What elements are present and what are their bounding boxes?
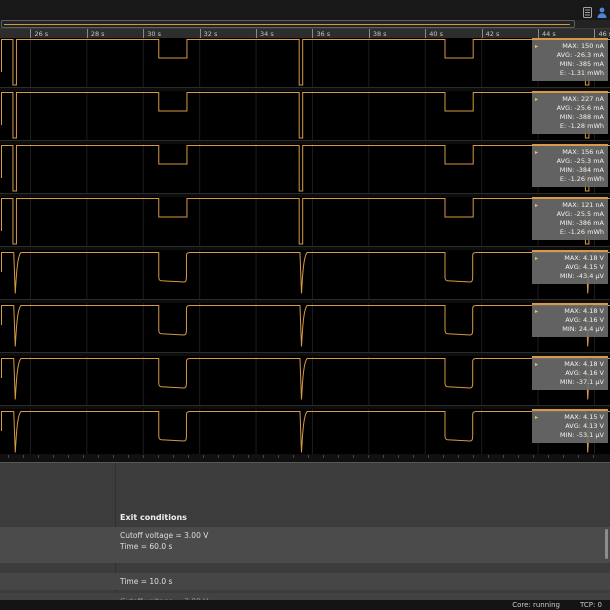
- stat-line: MIN: -385 mA: [559, 60, 604, 68]
- stat-line: E: -1.26 mWh: [559, 175, 604, 183]
- profile-step-row-2[interactable]: Time = 10.0 s: [0, 573, 610, 590]
- waveform-current: [1, 144, 610, 193]
- stat-line: MAX: 156 nA: [562, 148, 604, 156]
- channel-row-4-current[interactable]: ▸ MAX: 121 nA AVG: -25.5 mA MIN: -386 mA E: …: [0, 197, 610, 247]
- stats-box-channel-2: ▸ MAX: 227 nA AVG: -25.6 mA MIN: -388 mA E: …: [532, 91, 608, 134]
- stat-line: AVG: 4.15 V: [565, 263, 604, 271]
- channel-marker-icon: ▸: [535, 308, 539, 315]
- stats-box-channel-3: ▸ MAX: 156 nA AVG: -25.3 mA MIN: -384 mA E: …: [532, 144, 608, 187]
- stat-line: E: -1.31 mWh: [559, 69, 604, 77]
- waveform-voltage: [1, 409, 610, 458]
- stat-line: MAX: 227 nA: [562, 95, 604, 103]
- tcp-status: TCP: 0: [579, 601, 602, 609]
- channel-marker-icon: ▸: [535, 414, 539, 421]
- stat-line: MAX: 4.18 V: [564, 254, 604, 262]
- stat-line: MIN: -53.1 µV: [559, 431, 604, 439]
- waveform-current: [1, 38, 610, 87]
- channel-marker-icon: ▸: [535, 255, 539, 262]
- channel-row-1-current[interactable]: ▸ MAX: 150 nA AVG: -26.3 mA MIN: -385 mA E: …: [0, 38, 610, 88]
- stat-line: MAX: 4.15 V: [564, 413, 604, 421]
- channel-row-3-current[interactable]: ▸ MAX: 156 nA AVG: -25.3 mA MIN: -384 mA E: …: [0, 144, 610, 194]
- stat-line: E: -1.28 mWh: [559, 122, 604, 130]
- stats-box-channel-6: ▸ MAX: 4.18 V AVG: 4.16 V MIN: 24.4 µV: [532, 303, 608, 337]
- channel-row-7-voltage[interactable]: ▸ MAX: 4.18 V AVG: 4.16 V MIN: -37.1 µV: [0, 356, 610, 406]
- stat-line: MIN: -43.4 µV: [559, 272, 604, 280]
- stat-line: MIN: -37.1 µV: [559, 378, 604, 386]
- channel-row-8-voltage[interactable]: ▸ MAX: 4.15 V AVG: 4.13 V MIN: -53.1 µV: [0, 409, 610, 459]
- channel-row-2-current[interactable]: ▸ MAX: 227 nA AVG: -25.6 mA MIN: -388 mA E: …: [0, 91, 610, 141]
- stat-line: AVG: -26.3 mA: [556, 51, 604, 59]
- stat-line: AVG: -25.6 mA: [556, 104, 604, 112]
- stat-line: MIN: -388 mA: [559, 113, 604, 121]
- waveform-voltage: [1, 356, 610, 405]
- top-bar: [0, 0, 610, 20]
- stat-line: MAX: 150 nA: [562, 42, 604, 50]
- time-axis[interactable]: 26 s 28 s 30 s 32 s 34 s 36 s 38 s 40 s 42 s 44 s…: [0, 28, 610, 39]
- channel-row-5-voltage[interactable]: ▸ MAX: 4.18 V AVG: 4.15 V MIN: -43.4 µV: [0, 250, 610, 300]
- stat-line: E: -1.26 mWh: [559, 228, 604, 236]
- stats-box-channel-4: ▸ MAX: 121 nA AVG: -25.5 mA MIN: -386 mA E: …: [532, 197, 608, 240]
- stats-box-channel-5: ▸ MAX: 4.18 V AVG: 4.15 V MIN: -43.4 µV: [532, 250, 608, 284]
- channel-rows: ▸ MAX: 150 nA AVG: -26.3 mA MIN: -385 mA E: …: [0, 38, 610, 459]
- waveform-voltage: [1, 250, 610, 299]
- stats-box-channel-7: ▸ MAX: 4.18 V AVG: 4.16 V MIN: -37.1 µV: [532, 356, 608, 390]
- stat-line: MAX: 4.18 V: [564, 360, 604, 368]
- stat-line: MIN: -384 mA: [559, 166, 604, 174]
- channel-row-6-voltage[interactable]: ▸ MAX: 4.18 V AVG: 4.16 V MIN: 24.4 µV: [0, 303, 610, 353]
- app-window: 26 s 28 s 30 s 32 s 34 s 36 s 38 s 40 s 42 s 44 s…: [0, 0, 610, 610]
- stat-line: AVG: 4.16 V: [565, 316, 604, 324]
- channel-marker-icon: ▸: [535, 96, 539, 103]
- stat-line: AVG: 4.16 V: [565, 369, 604, 377]
- profile-step-text: Cutoff voltage = 3.00 V: [120, 531, 209, 540]
- overview-trace-line: [4, 24, 570, 25]
- bottom-panel: Exit conditions Cutoff voltage = 3.00 V T…: [0, 462, 610, 601]
- stat-line: MIN: 24.4 µV: [562, 325, 604, 333]
- channel-marker-icon: ▸: [535, 43, 539, 50]
- stat-line: AVG: -25.3 mA: [556, 157, 604, 165]
- stats-box-channel-1: ▸ MAX: 150 nA AVG: -26.3 mA MIN: -385 mA E: …: [532, 38, 608, 81]
- stats-box-channel-8: ▸ MAX: 4.15 V AVG: 4.13 V MIN: -53.1 µV: [532, 409, 608, 443]
- status-bar: Core: running TCP: 0: [0, 600, 610, 610]
- waveform-voltage: [1, 303, 610, 352]
- waveform-current: [1, 91, 610, 140]
- profile-step-row-1[interactable]: Cutoff voltage = 3.00 V Time = 60.0 s: [0, 527, 610, 563]
- timeline-overview[interactable]: [0, 20, 610, 28]
- profile-step-text: Time = 60.0 s: [120, 542, 173, 551]
- exit-conditions-heading: Exit conditions: [120, 513, 187, 522]
- core-status: Core: running: [512, 601, 560, 609]
- channel-marker-icon: ▸: [535, 149, 539, 156]
- overview-selection-frame[interactable]: [1, 20, 575, 28]
- waveform-current: [1, 197, 610, 246]
- panel-splitter[interactable]: [0, 454, 610, 462]
- stat-line: MAX: 4.18 V: [564, 307, 604, 315]
- stat-line: AVG: -25.5 mA: [556, 210, 604, 218]
- channel-marker-icon: ▸: [535, 202, 539, 209]
- stat-line: AVG: 4.13 V: [565, 422, 604, 430]
- panel-scrollbar-thumb[interactable]: [605, 529, 608, 559]
- stat-line: MAX: 121 nA: [562, 201, 604, 209]
- stat-line: MIN: -386 mA: [559, 219, 604, 227]
- profile-step-text: Time = 10.0 s: [120, 577, 173, 586]
- channel-marker-icon: ▸: [535, 361, 539, 368]
